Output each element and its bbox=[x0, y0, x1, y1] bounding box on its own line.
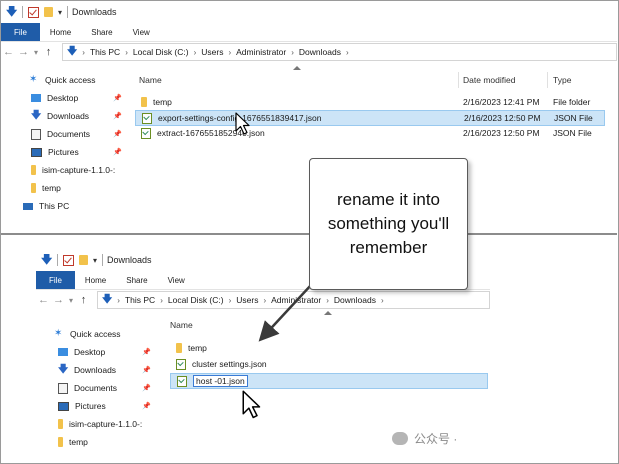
chat-bubble-icon bbox=[392, 432, 408, 445]
instruction-callout: rename it into something you'll remember bbox=[309, 158, 468, 290]
watermark-text: 公众号 · bbox=[414, 432, 458, 446]
watermark: 公众号 · bbox=[392, 430, 457, 447]
callout-text: rename it into something you'll remember bbox=[327, 190, 450, 257]
